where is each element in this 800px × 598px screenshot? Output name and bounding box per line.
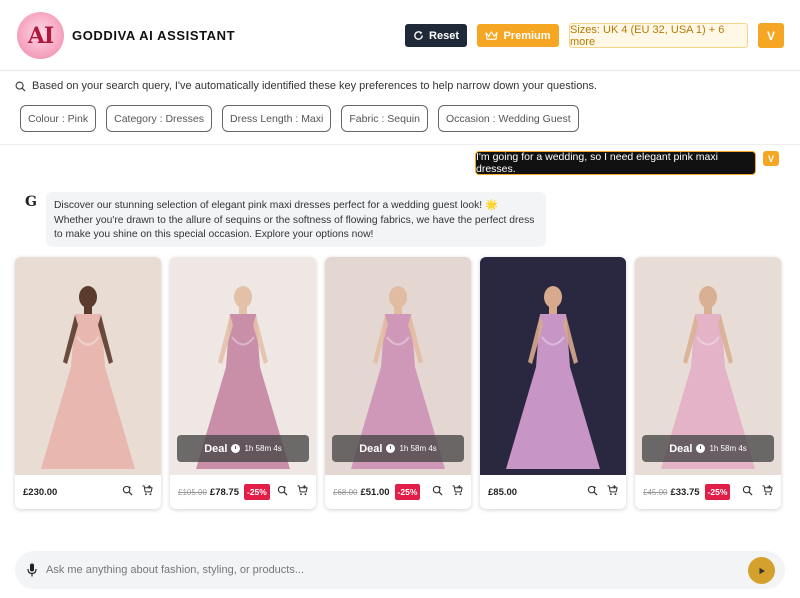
chat-input[interactable]: [46, 551, 736, 589]
zoom-icon[interactable]: [122, 485, 133, 496]
deal-label: Deal: [204, 442, 228, 455]
preferences-panel: Based on your search query, I've automat…: [0, 71, 800, 145]
clock-icon: [231, 444, 241, 453]
old-price: £45.00: [643, 487, 668, 497]
logo: AI: [17, 12, 64, 59]
cart-icon[interactable]: [297, 485, 308, 496]
preferences-info: Based on your search query, I've automat…: [15, 80, 597, 92]
deal-badge: Deal 1h 58m 4s: [642, 435, 774, 462]
product-actions: [587, 485, 618, 496]
premium-button[interactable]: Premium: [477, 24, 559, 47]
mic-icon[interactable]: [27, 563, 37, 577]
user-message: I'm going for a wedding, so I need elega…: [475, 151, 756, 175]
logo-text: AI: [27, 22, 54, 49]
discount-badge: -25%: [394, 484, 421, 500]
reset-button[interactable]: Reset: [405, 24, 467, 47]
clock-icon: [386, 444, 396, 453]
user-message-avatar: V: [763, 151, 779, 166]
deal-label: Deal: [359, 442, 383, 455]
deal-timer: 1h 58m 4s: [244, 444, 282, 453]
deal-timer: 1h 58m 4s: [399, 444, 437, 453]
app-root: AI GODDIVA AI ASSISTANT Reset Premium Si…: [0, 0, 800, 598]
current-price: £33.75: [670, 486, 700, 498]
header: AI GODDIVA AI ASSISTANT Reset Premium Si…: [0, 0, 800, 71]
deal-badge: Deal 1h 58m 4s: [332, 435, 464, 462]
current-price: £85.00: [488, 486, 518, 498]
chip-dress-length[interactable]: Dress Length : Maxi: [221, 105, 332, 132]
product-actions: [122, 485, 153, 496]
clock-icon: [696, 444, 706, 453]
old-price: £68.00: [333, 487, 358, 497]
cart-icon[interactable]: [452, 485, 463, 496]
preference-chips: Colour : Pink Category : Dresses Dress L…: [20, 105, 579, 132]
send-icon: [759, 567, 765, 574]
current-price: £78.75: [209, 486, 239, 498]
product-card[interactable]: Deal 1h 58m 4s £68.00 £51.00 -25%: [325, 257, 471, 509]
zoom-icon[interactable]: [277, 485, 288, 496]
current-price: £51.00: [360, 486, 390, 498]
product-image[interactable]: [15, 257, 161, 475]
chip-category[interactable]: Category : Dresses: [106, 105, 212, 132]
current-price: £230.00: [23, 486, 58, 498]
chip-colour[interactable]: Colour : Pink: [20, 105, 97, 132]
preferences-info-text: Based on your search query, I've automat…: [32, 80, 598, 92]
product-card[interactable]: Deal 1h 58m 4s £105.00 £78.75 -25%: [170, 257, 316, 509]
deal-label: Deal: [669, 442, 693, 455]
refresh-icon: [414, 31, 423, 40]
cart-icon[interactable]: [607, 485, 618, 496]
reset-label: Reset: [429, 29, 459, 42]
cart-icon[interactable]: [762, 485, 773, 496]
user-avatar[interactable]: V: [758, 23, 784, 48]
sizes-selector[interactable]: Sizes: UK 4 (EU 32, USA 1) + 6 more: [569, 23, 748, 48]
product-card[interactable]: £230.00: [15, 257, 161, 509]
zoom-icon[interactable]: [587, 485, 598, 496]
discount-badge: -25%: [704, 484, 731, 500]
product-card[interactable]: Deal 1h 58m 4s £45.00 £33.75 -25%: [635, 257, 781, 509]
product-actions: [277, 485, 308, 496]
product-actions: [742, 485, 773, 496]
product-actions: [432, 485, 463, 496]
app-title: GODDIVA AI ASSISTANT: [72, 28, 236, 43]
premium-label: Premium: [503, 29, 551, 42]
product-image[interactable]: [480, 257, 626, 475]
send-button[interactable]: [748, 557, 775, 584]
search-icon: [15, 81, 26, 92]
discount-badge: -25%: [243, 484, 270, 500]
bot-message: Discover our stunning selection of elega…: [46, 192, 546, 247]
chip-occasion[interactable]: Occasion : Wedding Guest: [437, 105, 579, 132]
zoom-icon[interactable]: [432, 485, 443, 496]
deal-timer: 1h 58m 4s: [709, 444, 747, 453]
zoom-icon[interactable]: [742, 485, 753, 496]
crown-icon: [485, 31, 499, 40]
product-carousel: £230.00 Deal 1h 58m 4s £105.00 £78.75 -25% Dea…: [15, 257, 785, 509]
product-card[interactable]: £85.00: [480, 257, 626, 509]
bot-avatar: G: [25, 194, 37, 210]
old-price: £105.00: [178, 487, 207, 497]
chip-fabric[interactable]: Fabric : Sequin: [341, 105, 428, 132]
cart-icon[interactable]: [142, 485, 153, 496]
deal-badge: Deal 1h 58m 4s: [177, 435, 309, 462]
chat-input-bar: [15, 551, 785, 589]
